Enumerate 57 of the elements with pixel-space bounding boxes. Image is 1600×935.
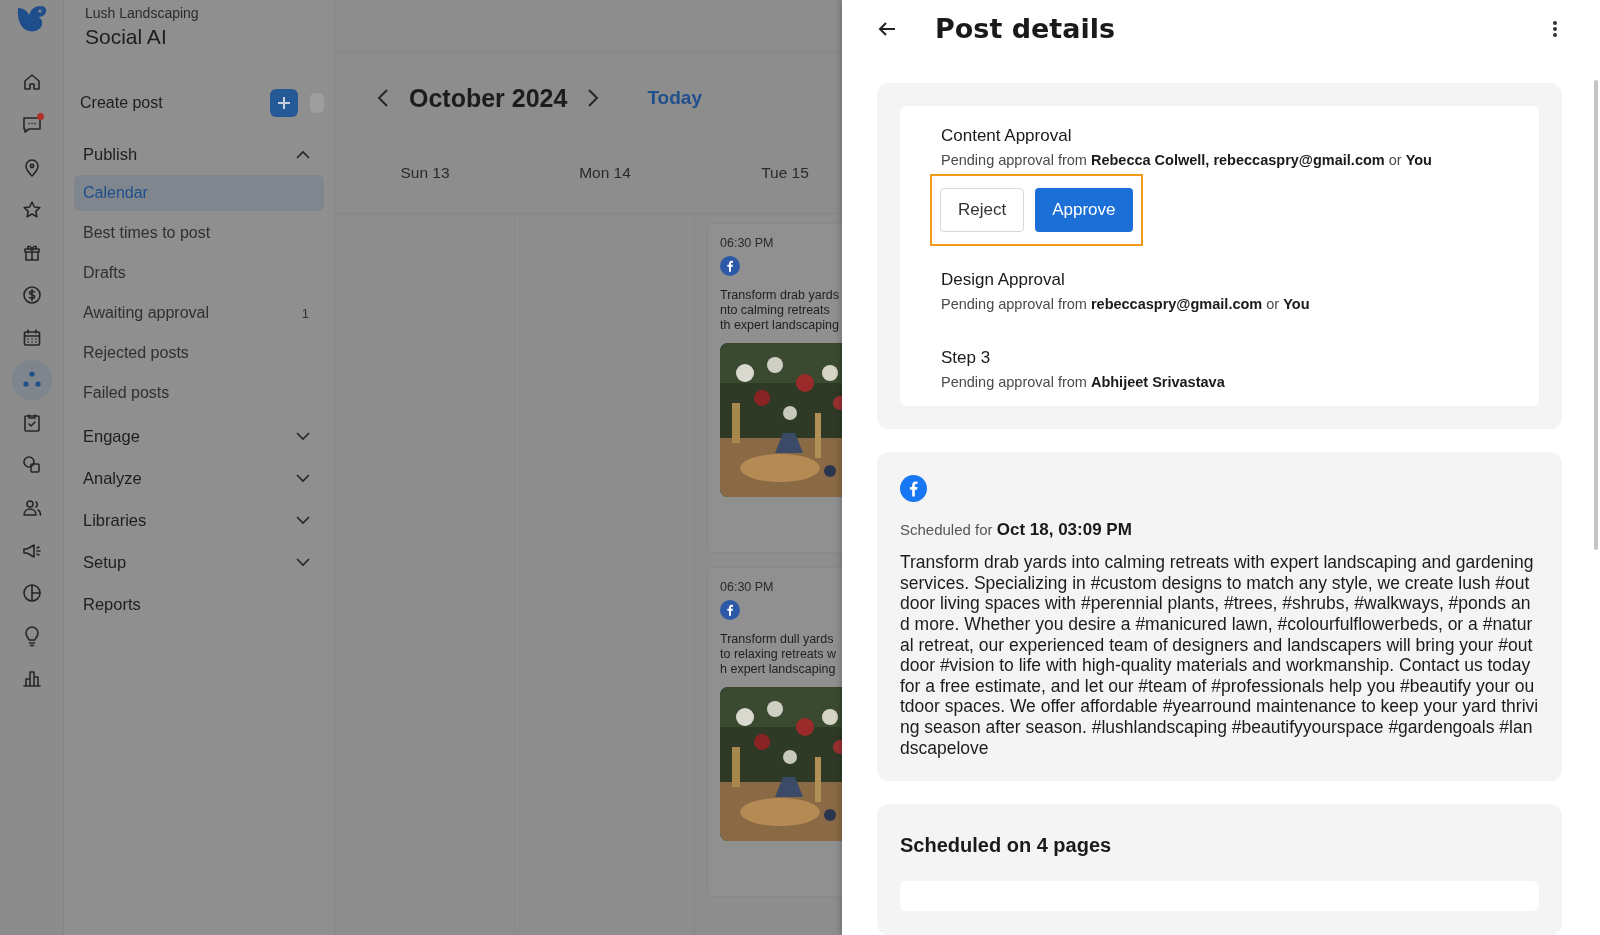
nav-section[interactable]: Libraries [74, 499, 324, 541]
item-count: 1 [301, 305, 309, 321]
add-button[interactable] [270, 89, 298, 117]
drawer-title: Post details [935, 13, 1117, 45]
post-preview-line: to relaxing retreats w [720, 647, 838, 662]
chevron-down-icon [296, 515, 310, 525]
day-header: Sun 13 [399, 163, 451, 183]
chevron-left-icon[interactable] [377, 88, 389, 108]
back-arrow-icon[interactable] [877, 20, 897, 37]
plus-icon [277, 96, 291, 110]
chevron-down-icon [296, 473, 310, 483]
approval-step-title: Content Approval [941, 126, 1073, 147]
post-card[interactable]: 06:30 PM Transform drab yards nto calming retreats th expert landscaping [707, 223, 842, 553]
post-text: Transform drab yards into calming retreats with expert landscaping and gardening services. Specializing in #custom designs to match any style, we create lush #outdoor living spaces with #perennial plants, #trees, #shrubs, #walkways, #ponds and more. Whether you desire a #manicured lawn, #colourfulflowerbeds, or a #natural retreat, our experienced team of designers and landscapers will bring your #outdoor #vision to life with high-quality materials and workmanship. Contact us today for a free estimate, and let our #team of #professionals help you #beautify your outdoor spaces. We offer affordable #yearround maintenance to keep your yard thriving season after season. #lushlandscaping #beautifyyourspace #gardengoals #landscapelove [900, 552, 1539, 759]
post-preview-line: h expert landscaping [720, 662, 837, 677]
chevron-down-icon [296, 431, 310, 441]
workspace-name: Lush Landscaping [85, 5, 200, 21]
month-title: October 2024 [409, 83, 568, 113]
approval-status: Pending approval from Abhijeet Srivastava [941, 374, 1226, 391]
nav-section[interactable]: Engage [74, 415, 324, 457]
post-card[interactable]: 06:30 PM Transform dull yards to relaxing retreats w h expert landscaping [707, 567, 842, 897]
scheduled-for: Scheduled for Oct 18, 03:09 PM [900, 520, 1133, 541]
nav-section[interactable]: Publish [74, 133, 324, 175]
day-header: Mon 14 [578, 163, 632, 183]
post-time: 06:30 PM [720, 580, 775, 594]
nav-item[interactable]: Awaiting approval 1 [74, 295, 324, 331]
nav-item[interactable]: Best times to post [74, 215, 324, 251]
post-preview-line: th expert landscaping [720, 318, 840, 333]
nav-item[interactable]: Failed posts [74, 375, 324, 411]
day-header: Tue 15 [760, 163, 810, 183]
create-post-label: Create post [80, 94, 164, 112]
facebook-icon [720, 256, 740, 276]
app-title: Social AI [85, 25, 168, 49]
pie-chart-icon [20, 582, 43, 605]
chevron-down-icon [296, 557, 310, 567]
post-preview-line: Transform dull yards [720, 632, 835, 647]
nav-section[interactable]: Analyze [74, 457, 324, 499]
nav-item[interactable]: Drafts [74, 255, 324, 291]
chevron-up-icon [296, 149, 310, 159]
more-options-icon[interactable] [1552, 19, 1558, 38]
approval-step-title: Step 3 [941, 348, 992, 369]
approval-status: Pending approval from rebeccaspry@gmail.com or You [941, 296, 1311, 313]
facebook-icon [720, 600, 740, 620]
facebook-icon [900, 475, 927, 503]
dollar-icon [20, 283, 43, 306]
reject-button[interactable]: Reject [940, 188, 1025, 233]
approve-button[interactable]: Approve [1035, 188, 1133, 233]
section-title: Scheduled on 4 pages [900, 834, 1113, 858]
approval-step-title: Design Approval [941, 270, 1066, 291]
post-time: 06:30 PM [720, 236, 775, 250]
nav-item[interactable]: Rejected posts [74, 335, 324, 371]
post-preview-line: Transform drab yards [720, 288, 841, 303]
nav-section[interactable]: Reports [74, 583, 324, 625]
approval-status: Pending approval from Rebecca Colwell, rebeccaspry@gmail.com or You [941, 152, 1433, 169]
chevron-right-icon[interactable] [587, 88, 600, 108]
post-preview-line: nto calming retreats [720, 303, 831, 318]
nav-section[interactable]: Setup [74, 541, 324, 583]
